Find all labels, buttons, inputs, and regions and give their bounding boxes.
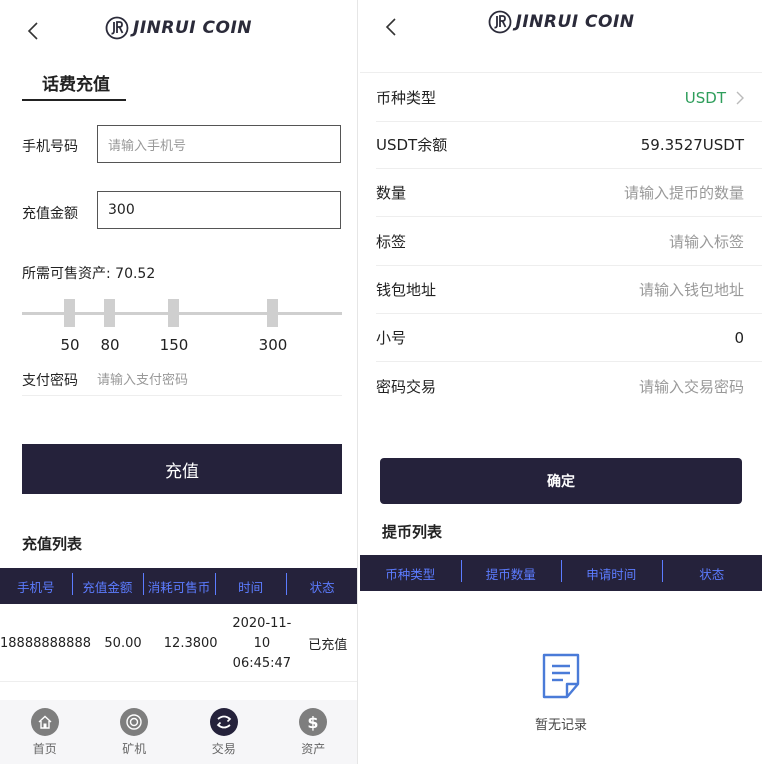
header: JINRUI COIN: [360, 0, 762, 64]
col-status: 状态: [661, 559, 762, 583]
col-time: 时间: [214, 572, 287, 596]
header-divider: [360, 72, 762, 73]
brand-logo: JINRUI COIN: [360, 10, 762, 34]
col-status: 状态: [286, 572, 357, 596]
nav-item-home[interactable]: 首页: [0, 700, 90, 764]
slider-label-150: 150: [159, 336, 189, 354]
amount-input[interactable]: 300: [97, 191, 341, 229]
small-account-label: 小号: [376, 329, 407, 347]
nav-item-trade[interactable]: 交易: [179, 700, 269, 764]
tab-underline: [22, 99, 126, 101]
home-icon: [30, 707, 59, 736]
phone-input[interactable]: 请输入手机号: [97, 125, 341, 163]
confirm-button[interactable]: 确定: [380, 458, 742, 504]
document-icon: [542, 653, 580, 699]
withdraw-list-title: 提币列表: [382, 523, 443, 541]
cell-phone: 18888888888: [0, 636, 91, 651]
slider-tick-300[interactable]: [267, 299, 278, 327]
coin-type-label: 币种类型: [376, 89, 437, 107]
tab-recharge[interactable]: 话费充值: [42, 70, 110, 95]
pay-password-row: 支付密码 请输入支付密码: [22, 366, 342, 396]
nav-label-assets: 资产: [301, 741, 326, 756]
trade-icon: [209, 707, 238, 736]
wallet-address-input[interactable]: 请输入钱包地址: [639, 279, 744, 300]
col-phone: 手机号: [17, 579, 55, 595]
trade-password-input[interactable]: 请输入交易密码: [639, 376, 744, 397]
wallet-address-label: 钱包地址: [376, 281, 437, 299]
assets-icon: $: [299, 707, 328, 736]
empty-state: 暂无记录: [360, 652, 762, 733]
bottom-nav: 首页 矿机 交易 $ 资产: [0, 700, 358, 764]
logo-text: JINRUI COIN: [515, 12, 635, 32]
table-row: 18888888888 50.00 12.3800 2020-11-10 06:…: [0, 606, 357, 682]
slider-label-50: 50: [60, 336, 80, 354]
quantity-row: 数量 请输入提币的数量: [376, 169, 762, 217]
trade-password-row: 密码交易 请输入交易密码: [376, 362, 762, 410]
withdraw-table-header: 币种类型 提币数量 申请时间 状态: [360, 555, 762, 591]
logo-text: JINRUI COIN: [133, 18, 252, 38]
brand-logo: JINRUI COIN: [0, 16, 357, 40]
slider-tick-80[interactable]: [104, 299, 115, 327]
svg-text:$: $: [308, 713, 319, 731]
phone-label: 手机号码: [22, 139, 78, 155]
nav-label-miner: 矿机: [122, 741, 147, 756]
recharge-table-header: 手机号 充值金额 消耗可售币 时间 状态: [0, 568, 357, 604]
quantity-input[interactable]: 请输入提币的数量: [624, 182, 744, 203]
miner-icon: [120, 707, 149, 736]
coin-type-text: USDT: [684, 88, 726, 107]
nav-label-trade: 交易: [211, 741, 236, 756]
cell-amount: 50.00: [104, 636, 142, 651]
recharge-list-title: 充值列表: [22, 535, 83, 553]
nav-label-home: 首页: [32, 741, 57, 756]
recharge-button[interactable]: 充值: [22, 444, 342, 494]
small-account-input[interactable]: 0: [734, 329, 744, 347]
quantity-label: 数量: [376, 184, 407, 202]
withdraw-screen: JINRUI COIN 币种类型 USDT USDT余额 59.3527USDT…: [360, 0, 762, 764]
trade-password-label: 密码交易: [376, 377, 437, 396]
usdt-balance-value: 59.3527USDT: [640, 135, 744, 154]
usdt-balance-row: USDT余额 59.3527USDT: [376, 121, 762, 169]
tag-label: 标签: [376, 233, 407, 251]
recharge-screen: JINRUI COIN 话费充值 手机号码 请输入手机号 充值金额 300 所需…: [0, 0, 358, 764]
tag-row: 标签 请输入标签: [376, 218, 762, 266]
jr-logo-icon: [105, 16, 129, 40]
col-coins: 消耗可售币: [143, 572, 215, 596]
jr-logo-icon: [488, 10, 511, 34]
coin-type-value: USDT: [685, 89, 744, 107]
chevron-right-icon: [736, 91, 744, 104]
col-withdraw-amount: 提币数量: [460, 559, 562, 583]
wallet-address-row: 钱包地址 请输入钱包地址: [376, 266, 762, 314]
cell-date: 2020-11-10: [232, 615, 292, 651]
nav-item-miner[interactable]: 矿机: [90, 700, 180, 764]
tag-input[interactable]: 请输入标签: [669, 231, 744, 252]
slider-label-300: 300: [258, 336, 288, 354]
cell-clock: 06:45:47: [232, 655, 292, 671]
usdt-balance-label: USDT余额: [376, 136, 448, 154]
pay-password-input[interactable]: 请输入支付密码: [97, 369, 188, 388]
cell-status: 已充值: [308, 638, 348, 653]
need-asset-text: 所需可售资产: 70.52: [22, 266, 156, 282]
slider-tick-150[interactable]: [168, 299, 179, 327]
nav-item-assets[interactable]: $ 资产: [269, 700, 358, 764]
small-account-row: 小号 0: [376, 314, 762, 362]
col-apply-time: 申请时间: [561, 559, 662, 583]
cell-coins: 12.3800: [163, 636, 218, 651]
pay-password-label: 支付密码: [22, 373, 78, 389]
slider-label-80: 80: [100, 336, 120, 354]
cell-time: 2020-11-10 06:45:47: [226, 614, 297, 674]
slider-tick-50[interactable]: [64, 299, 75, 327]
amount-label: 充值金额: [22, 206, 78, 222]
col-amount: 充值金额: [71, 572, 144, 596]
header: JINRUI COIN: [0, 0, 357, 64]
col-coin-type: 币种类型: [385, 566, 436, 582]
coin-type-row[interactable]: 币种类型 USDT: [376, 74, 762, 122]
empty-text: 暂无记录: [534, 718, 587, 733]
